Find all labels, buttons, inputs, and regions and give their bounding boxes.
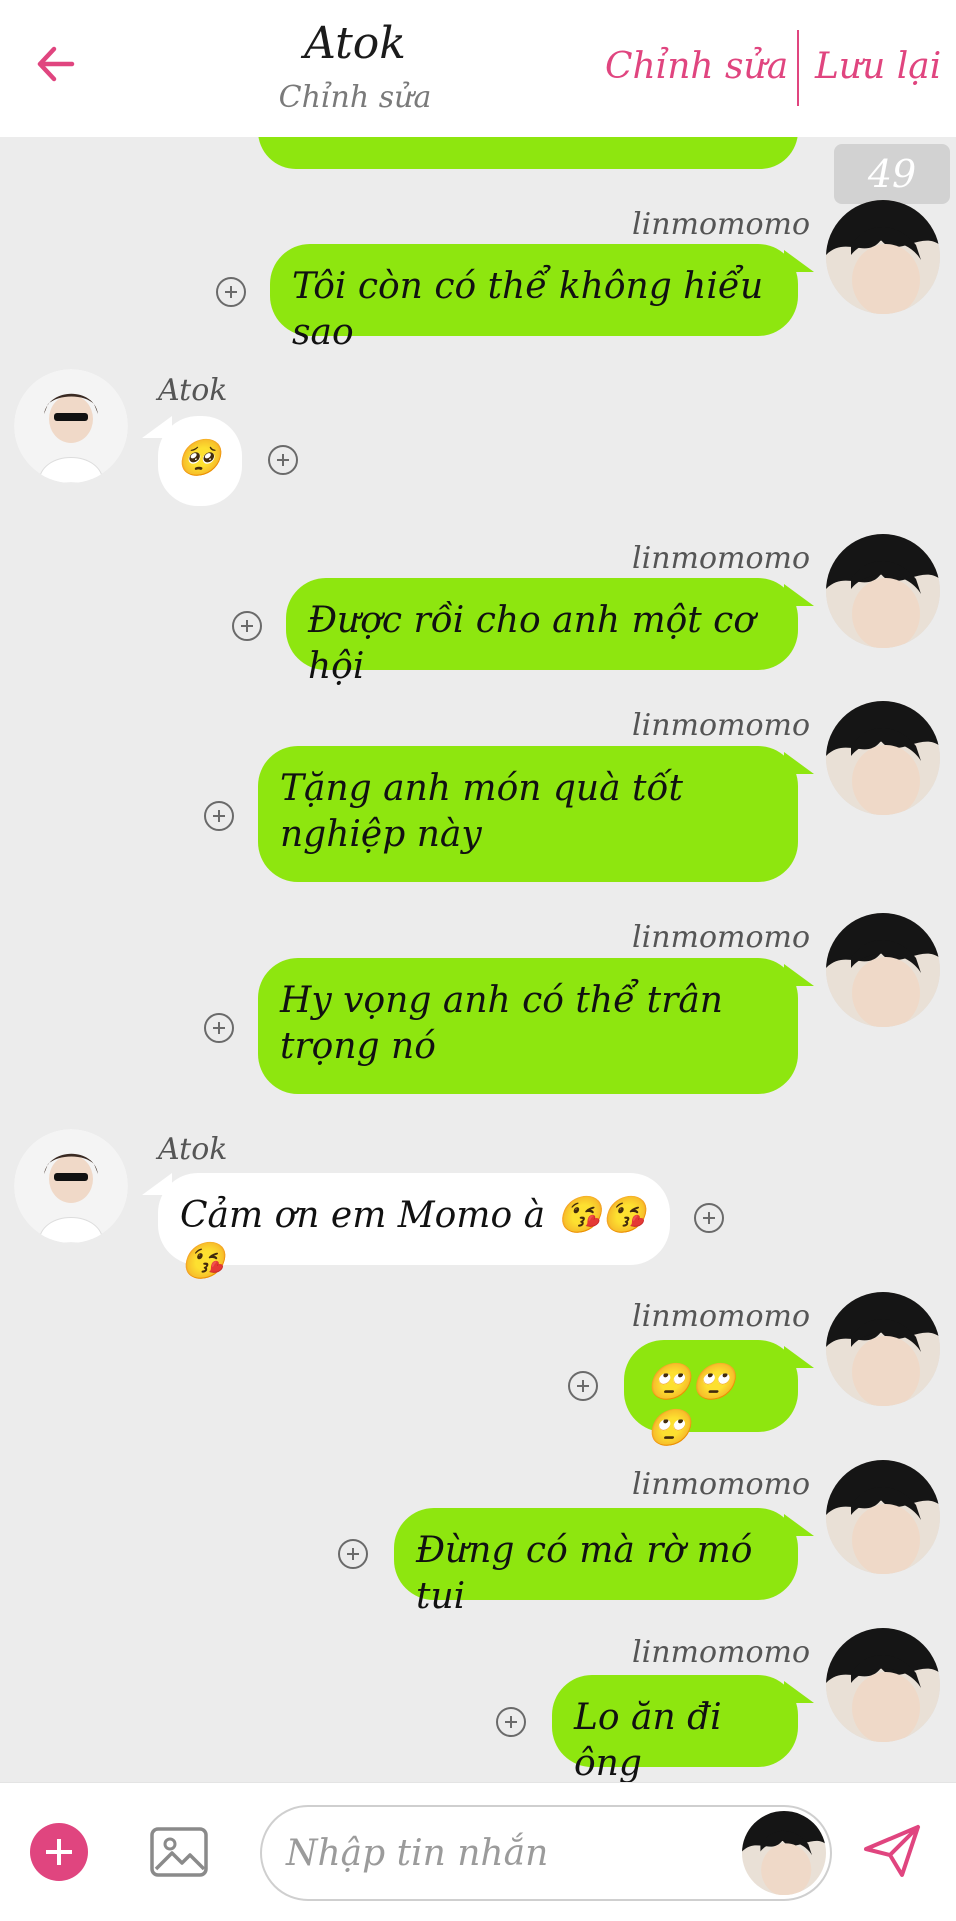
bubble-tail <box>784 1346 814 1368</box>
bubble-tail <box>784 1681 814 1703</box>
add-reaction-icon[interactable] <box>338 1539 368 1569</box>
header-divider <box>797 30 799 106</box>
bubble-tail <box>784 752 814 774</box>
bubble-tail <box>784 1514 814 1536</box>
avatar[interactable] <box>826 913 940 1027</box>
add-reaction-icon[interactable] <box>204 801 234 831</box>
chat-title: Atok <box>304 18 406 69</box>
sender-name: Atok <box>158 1132 228 1167</box>
chat-area[interactable]: 49 joy linmomomo Tôi còn có thể không hi… <box>0 137 956 1782</box>
avatar[interactable] <box>14 369 128 483</box>
sender-name: linmomomo <box>632 1299 811 1334</box>
message-bubble[interactable]: Hy vọng anh có thể trân trọng nó <box>258 958 798 1094</box>
bubble-tail <box>784 964 814 986</box>
message-bubble[interactable]: 🙄🙄🙄 <box>624 1340 798 1449</box>
sender-name: linmomomo <box>632 541 811 576</box>
sender-name: linmomomo <box>632 1635 811 1670</box>
avatar[interactable] <box>826 534 940 648</box>
avatar[interactable] <box>826 200 940 314</box>
sender-name: Atok <box>158 373 228 408</box>
message-bubble-partial <box>258 137 798 169</box>
add-reaction-icon[interactable] <box>216 277 246 307</box>
bubble-tail <box>142 1173 172 1195</box>
avatar[interactable] <box>826 1628 940 1742</box>
message-bubble[interactable]: Tặng anh món quà tốt nghiệp này <box>258 746 798 882</box>
add-reaction-icon[interactable] <box>694 1203 724 1233</box>
message-bubble[interactable]: Cảm ơn em Momo à 😘😘😘 <box>158 1173 670 1282</box>
add-button[interactable] <box>30 1823 88 1881</box>
bubble-tail <box>142 416 172 438</box>
save-button[interactable]: Lưu lại <box>815 46 941 87</box>
add-reaction-icon[interactable] <box>568 1371 598 1401</box>
add-reaction-icon[interactable] <box>496 1707 526 1737</box>
send-icon[interactable] <box>860 1819 924 1883</box>
back-arrow-icon[interactable] <box>28 36 84 92</box>
add-reaction-icon[interactable] <box>204 1013 234 1043</box>
avatar[interactable] <box>826 1460 940 1574</box>
image-icon[interactable] <box>148 1821 210 1883</box>
sender-name: linmomomo <box>632 207 811 242</box>
chat-header: Atok Chỉnh sửa Chỉnh sửa Lưu lại <box>0 0 956 137</box>
add-reaction-icon[interactable] <box>268 445 298 475</box>
chat-subtitle: Chỉnh sửa <box>278 80 432 115</box>
message-input[interactable]: Nhập tin nhắn <box>260 1805 832 1901</box>
avatar[interactable] <box>742 1811 826 1895</box>
message-input-bar: Nhập tin nhắn <box>0 1782 956 1921</box>
sender-name: linmomomo <box>632 708 811 743</box>
joy-badge: 49 joy <box>834 144 950 256</box>
bubble-tail <box>784 584 814 606</box>
message-bubble[interactable]: Đừng có mà rờ mó tui <box>394 1508 798 1617</box>
message-bubble[interactable]: Tôi còn có thể không hiểu sao <box>270 244 798 353</box>
avatar[interactable] <box>14 1129 128 1243</box>
add-reaction-icon[interactable] <box>232 611 262 641</box>
message-bubble[interactable]: Lo ăn đi ông <box>552 1675 798 1782</box>
message-bubble[interactable]: Được rồi cho anh một cơ hội <box>286 578 798 687</box>
sender-name: linmomomo <box>632 1467 811 1502</box>
bubble-tail <box>784 250 814 272</box>
message-input-placeholder: Nhập tin nhắn <box>286 1833 549 1874</box>
sender-name: linmomomo <box>632 920 811 955</box>
avatar[interactable] <box>826 1292 940 1406</box>
edit-button[interactable]: Chỉnh sửa <box>605 46 788 87</box>
avatar[interactable] <box>826 701 940 815</box>
